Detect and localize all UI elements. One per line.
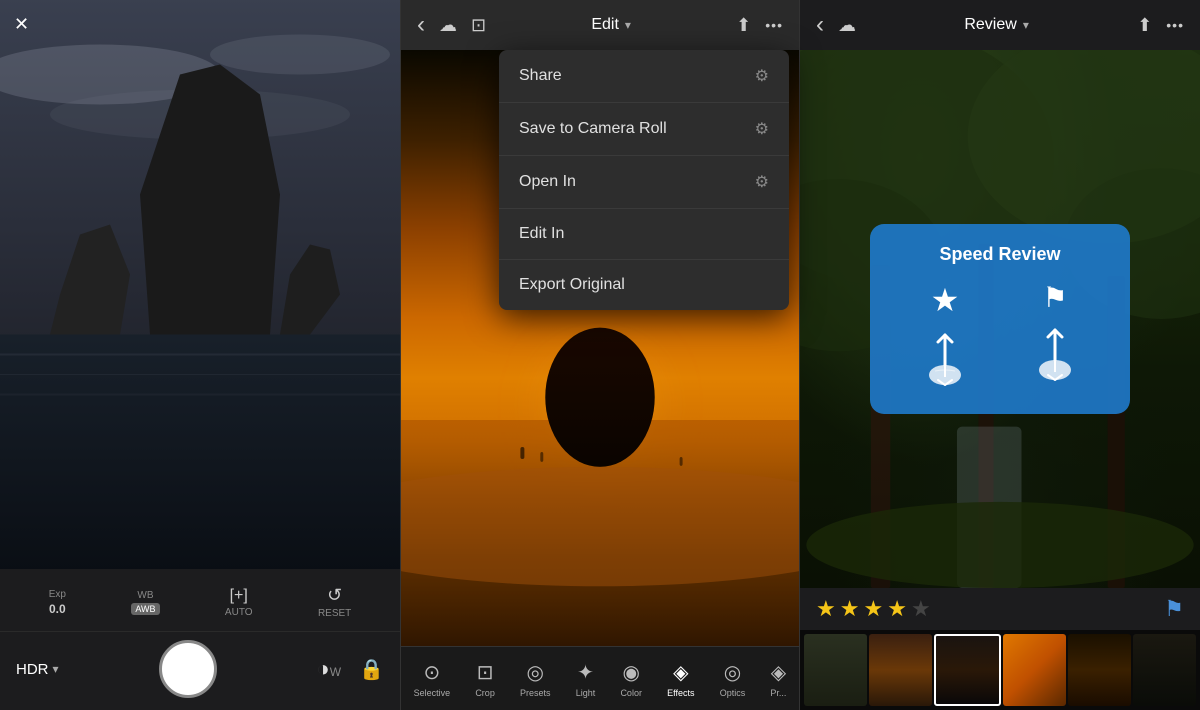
camera-bottom-bar: HDR ▾ ◑W 🔒 [0, 631, 400, 710]
panel-edit: ‹ ☁ ⊡ Edit ▾ ⬆ ••• Share ⚙ Save to Camer… [400, 0, 800, 710]
edit-dropdown-menu: Share ⚙ Save to Camera Roll ⚙ Open In ⚙ … [499, 50, 789, 310]
reset-control[interactable]: ↺ RESET [318, 585, 351, 619]
review-back-button[interactable]: ‹ [816, 11, 824, 39]
more-icon[interactable]: ••• [765, 17, 783, 33]
flag-button[interactable]: ⚑ [1164, 596, 1184, 622]
wb-control[interactable]: WB AWB [131, 590, 159, 615]
contrast-icon[interactable]: ◑W [316, 656, 341, 682]
review-title-area[interactable]: Review ▾ [964, 16, 1029, 34]
tool-presets[interactable]: ◎ Presets [520, 660, 551, 698]
share-icon[interactable]: ⬆ [736, 15, 751, 36]
filmstrip-thumb-5[interactable] [1068, 634, 1131, 706]
filmstrip [800, 630, 1200, 710]
save-gear-icon: ⚙ [755, 119, 769, 139]
cloud-icon[interactable]: ☁ [439, 15, 457, 36]
tool-effects[interactable]: ◈ Effects [667, 660, 694, 698]
share-gear-icon: ⚙ [755, 66, 769, 86]
tool-selective[interactable]: ⊙ Selective [414, 660, 451, 698]
exposure-control[interactable]: Exp 0.0 [49, 589, 66, 616]
openin-gear-icon: ⚙ [755, 172, 769, 192]
menu-item-open-in[interactable]: Open In ⚙ [499, 156, 789, 209]
star-5[interactable]: ★ [911, 596, 931, 622]
review-cloud-icon[interactable]: ☁ [838, 15, 856, 36]
flag-review-icon: ⚑ [1042, 281, 1067, 314]
speed-review-star-cell: ★ [894, 281, 996, 394]
panel-camera: ✕ Exp 0.0 WB AWB [+] AUTO ↺ RESET HDR [0, 0, 400, 710]
star-3[interactable]: ★ [863, 596, 883, 622]
menu-item-export-original[interactable]: Export Original [499, 260, 789, 310]
filmstrip-thumb-1[interactable] [804, 634, 867, 706]
star-2[interactable]: ★ [840, 596, 860, 622]
filmstrip-thumb-4[interactable] [1003, 634, 1066, 706]
tool-crop[interactable]: ⊡ Crop [475, 660, 495, 698]
filmstrip-thumb-3[interactable] [934, 634, 1001, 706]
speed-review-title: Speed Review [894, 244, 1106, 265]
star-rating-icon: ★ [931, 281, 960, 319]
star-rating[interactable]: ★ ★ ★ ★ ★ [816, 596, 931, 622]
review-photo: Speed Review ★ [800, 50, 1200, 588]
camera-controls: Exp 0.0 WB AWB [+] AUTO ↺ RESET [0, 569, 400, 631]
panel-review: ‹ ☁ Review ▾ ⬆ ••• [800, 0, 1200, 710]
review-topbar: ‹ ☁ Review ▾ ⬆ ••• [800, 0, 1200, 50]
star-4[interactable]: ★ [887, 596, 907, 622]
tool-color[interactable]: ◉ Color [620, 660, 642, 698]
back-button[interactable]: ‹ [417, 11, 425, 39]
review-share-icon[interactable]: ⬆ [1137, 15, 1152, 36]
edit-bottombar: ⊙ Selective ⊡ Crop ◎ Presets ✦ Light ◉ C… [401, 646, 799, 710]
review-more-icon[interactable]: ••• [1166, 17, 1184, 33]
speed-review-overlay[interactable]: Speed Review ★ [870, 224, 1130, 414]
topbar-right-controls: ⬆ ••• [736, 15, 783, 36]
review-topbar-left: ‹ ☁ [816, 11, 856, 39]
menu-item-share[interactable]: Share ⚙ [499, 50, 789, 103]
edit-topbar: ‹ ☁ ⊡ Edit ▾ ⬆ ••• [401, 0, 799, 50]
camera-bottom-icons: ◑W 🔒 [316, 656, 384, 682]
gesture-up-left [920, 327, 970, 394]
filmstrip-thumb-2[interactable] [869, 634, 932, 706]
crop-topbar-icon[interactable]: ⊡ [471, 15, 486, 36]
auto-control[interactable]: [+] AUTO [225, 587, 253, 618]
close-button[interactable]: ✕ [14, 14, 29, 35]
tool-light[interactable]: ✦ Light [576, 660, 596, 698]
menu-item-edit-in[interactable]: Edit In [499, 209, 789, 260]
camera-photo: ✕ [0, 0, 400, 569]
menu-item-save-camera-roll[interactable]: Save to Camera Roll ⚙ [499, 103, 789, 156]
shutter-button[interactable] [159, 640, 217, 698]
filmstrip-thumb-6[interactable] [1133, 634, 1196, 706]
topbar-left-controls: ‹ ☁ ⊡ [417, 11, 486, 39]
edit-title-area[interactable]: Edit ▾ [591, 16, 631, 34]
lock-icon[interactable]: 🔒 [359, 657, 384, 682]
hdr-button[interactable]: HDR ▾ [16, 661, 59, 678]
speed-review-flag-cell: ⚑ [1004, 281, 1106, 394]
camera-toolbar: Exp 0.0 WB AWB [+] AUTO ↺ RESET [16, 579, 384, 623]
speed-review-grid: ★ [894, 281, 1106, 394]
star-1[interactable]: ★ [816, 596, 836, 622]
review-topbar-right: ⬆ ••• [1137, 15, 1184, 36]
tool-optics[interactable]: ◎ Optics [720, 660, 746, 698]
review-rating-bar: ★ ★ ★ ★ ★ ⚑ [800, 588, 1200, 630]
tool-more[interactable]: ◈ Pr... [770, 660, 786, 698]
